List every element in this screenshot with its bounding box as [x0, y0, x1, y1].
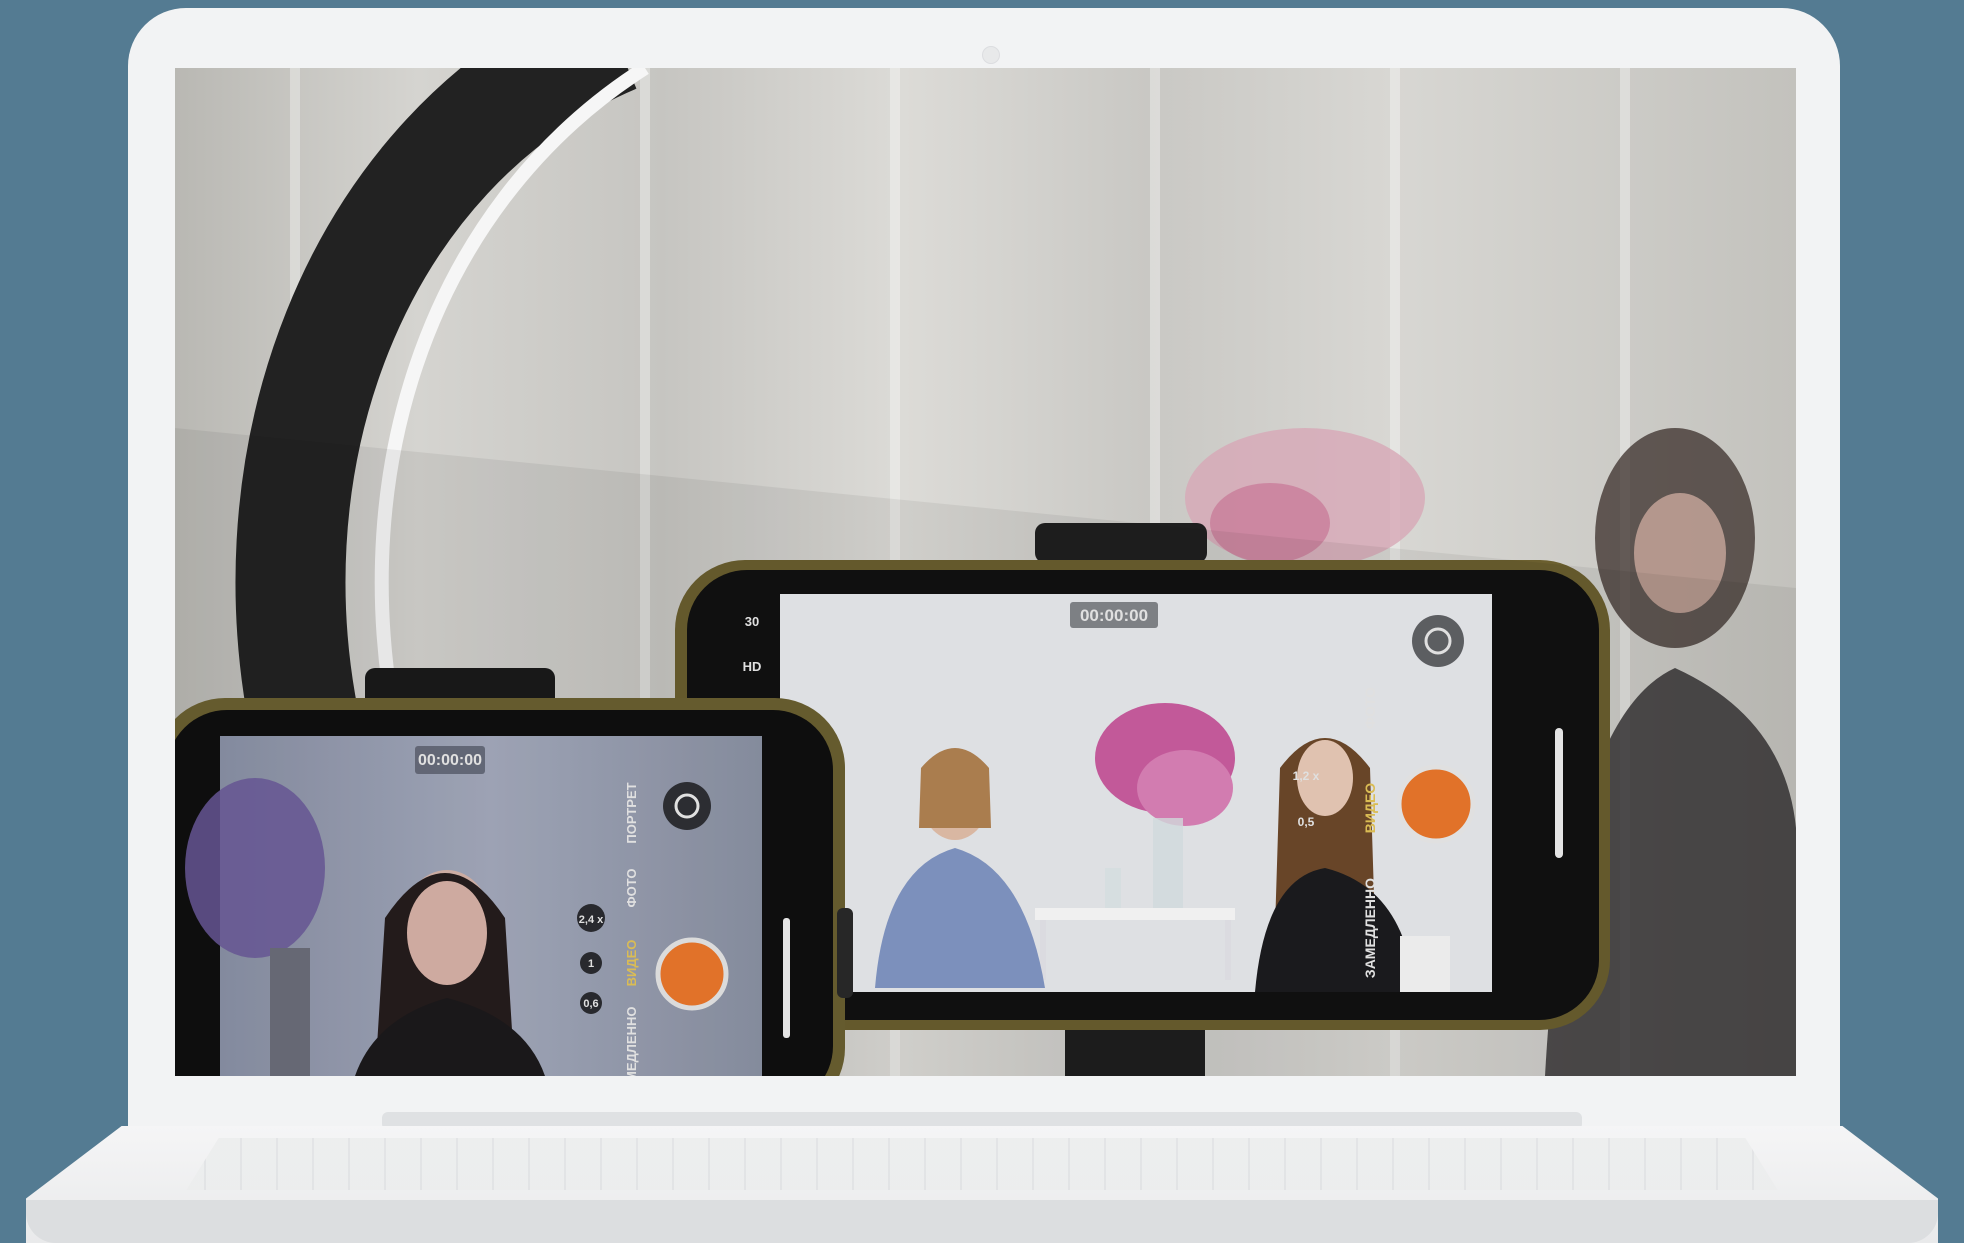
webcam-icon [982, 46, 1000, 64]
photo-scene: 00:00:00 30 HD ВИДЕО ЗАМЕДЛЕННО ФОТО 1,2… [175, 68, 1796, 1076]
laptop-base-edge [26, 1200, 1938, 1243]
laptop-keyboard [186, 1138, 1778, 1190]
laptop-screen: 00:00:00 30 HD ВИДЕО ЗАМЕДЛЕННО ФОТО 1,2… [175, 68, 1796, 1076]
